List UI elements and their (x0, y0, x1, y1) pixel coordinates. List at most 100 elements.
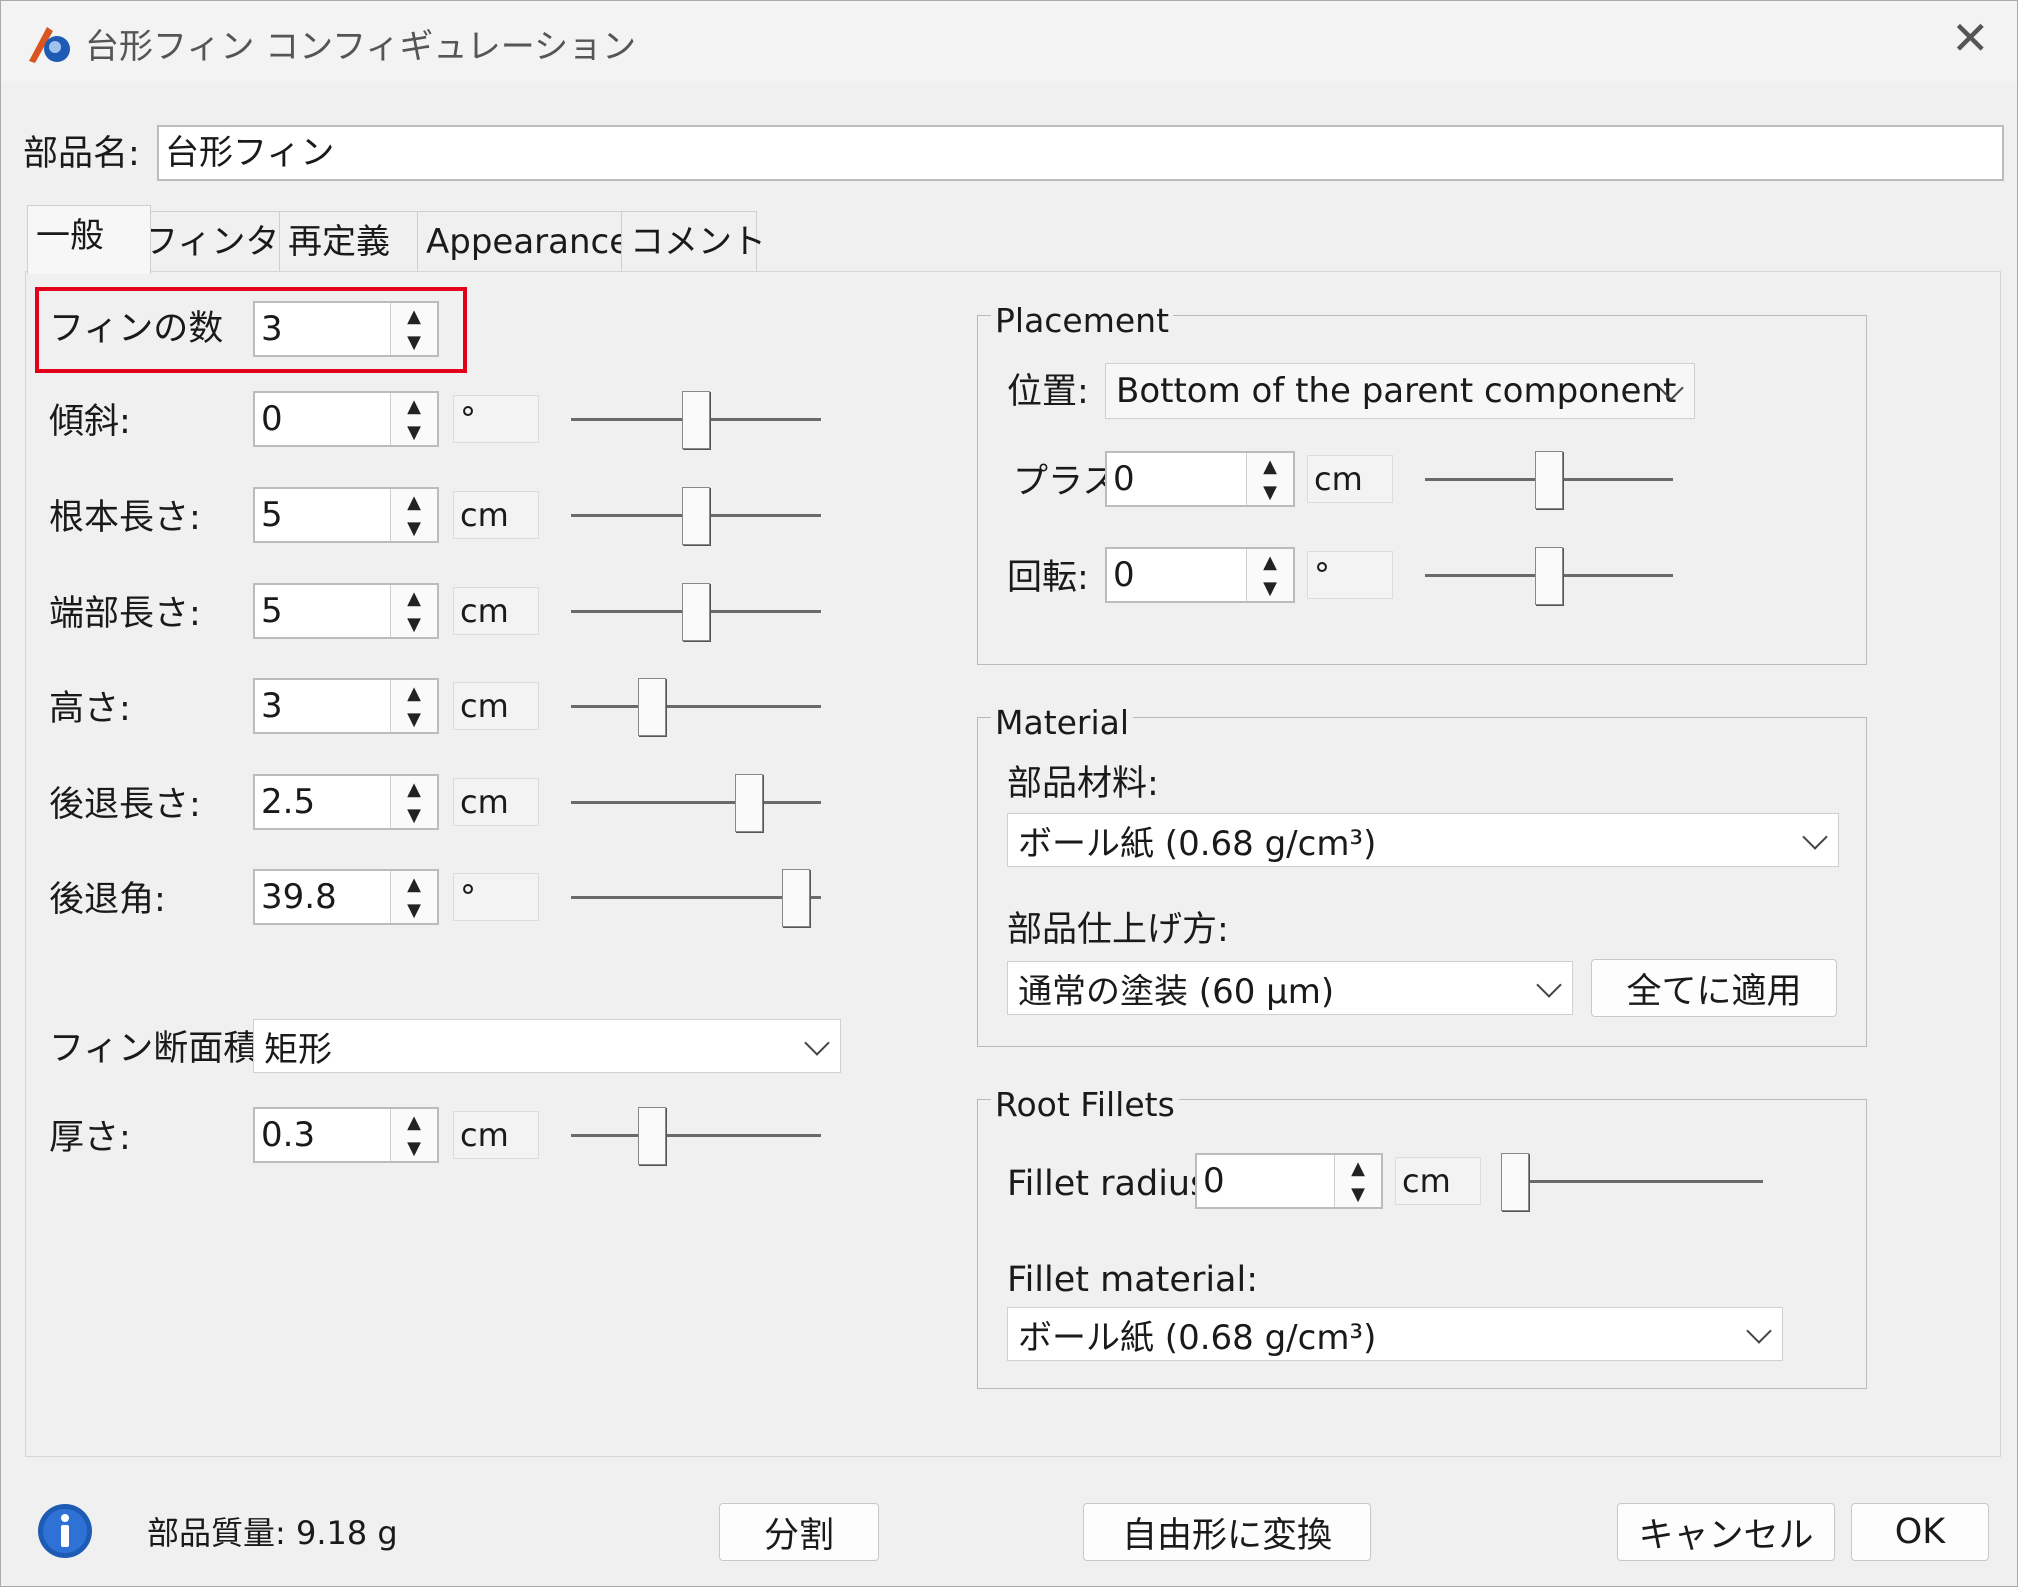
fin-count-spinner[interactable]: 3 ▲ ▼ (253, 301, 439, 357)
plus-slider[interactable] (1425, 451, 1673, 509)
spin-up-icon[interactable]: ▲ (391, 489, 437, 516)
spin-up-icon[interactable]: ▲ (391, 585, 437, 612)
rotation-spinner[interactable]: 0 ▲ ▼ (1105, 547, 1295, 603)
rotation-unit[interactable]: ° (1307, 551, 1393, 599)
slider-thumb[interactable] (782, 869, 810, 927)
fillet-radius-spinner[interactable]: 0 ▲ ▼ (1195, 1153, 1383, 1209)
height-unit[interactable]: cm (453, 682, 539, 730)
cant-slider[interactable] (571, 391, 821, 449)
thickness-spinner[interactable]: 0.3 ▲ ▼ (253, 1107, 439, 1163)
slider-thumb[interactable] (1535, 451, 1563, 509)
convert-freeform-button[interactable]: 自由形に変換 (1083, 1503, 1371, 1561)
part-finish-select[interactable]: 通常の塗装 (60 μm) (1007, 961, 1573, 1015)
root-chord-spinner[interactable]: 5 ▲ ▼ (253, 487, 439, 543)
spin-up-icon[interactable]: ▲ (391, 393, 437, 420)
spin-up-icon[interactable]: ▲ (1335, 1155, 1381, 1182)
component-name-input[interactable]: 台形フィン (157, 125, 2004, 181)
tip-chord-spinner[interactable]: 5 ▲ ▼ (253, 583, 439, 639)
component-name-label: 部品名: (23, 134, 140, 174)
chevron-down-icon (1746, 1318, 1772, 1344)
tip-chord-value: 5 (261, 591, 283, 631)
spin-up-icon[interactable]: ▲ (391, 303, 437, 330)
plus-label: プラス (1013, 462, 1118, 502)
plus-unit[interactable]: cm (1307, 455, 1393, 503)
slider-thumb[interactable] (682, 583, 710, 641)
fillet-radius-slider[interactable] (1501, 1153, 1763, 1211)
tab-override[interactable]: 再定義 (279, 211, 433, 272)
tab-comment[interactable]: コメント (621, 211, 766, 272)
sweep-angle-slider[interactable] (571, 869, 821, 927)
cant-spinner[interactable]: 0 ▲ ▼ (253, 391, 439, 447)
spin-down-icon[interactable]: ▼ (391, 802, 437, 828)
slider-thumb[interactable] (1501, 1153, 1529, 1211)
spin-down-icon[interactable]: ▼ (391, 897, 437, 923)
spin-up-icon[interactable]: ▲ (1247, 453, 1293, 480)
spin-up-icon[interactable]: ▲ (391, 680, 437, 707)
plus-value: 0 (1113, 459, 1135, 499)
chevron-down-icon (1536, 972, 1562, 998)
tip-chord-label: 端部長さ: (49, 594, 201, 634)
sweep-length-slider[interactable] (571, 774, 821, 832)
part-material-value: ボール紙 (0.68 g/cm³) (1018, 823, 1377, 864)
spin-down-icon[interactable]: ▼ (391, 419, 437, 445)
slider-track (1501, 1180, 1763, 1183)
height-value: 3 (261, 686, 283, 726)
part-finish-value: 通常の塗装 (60 μm) (1018, 971, 1335, 1012)
slider-thumb[interactable] (638, 678, 666, 736)
spin-down-icon[interactable]: ▼ (391, 329, 437, 355)
spin-down-icon[interactable]: ▼ (391, 706, 437, 732)
fillet-material-select[interactable]: ボール紙 (0.68 g/cm³) (1007, 1307, 1783, 1361)
cancel-button[interactable]: キャンセル (1617, 1503, 1835, 1561)
rotation-value: 0 (1113, 555, 1135, 595)
height-slider[interactable] (571, 678, 821, 736)
tab-fin-tabs[interactable]: フィンタブ (135, 211, 313, 272)
spin-down-icon[interactable]: ▼ (391, 611, 437, 637)
sweep-angle-unit[interactable]: ° (453, 873, 539, 921)
slider-thumb[interactable] (735, 774, 763, 832)
spin-up-icon[interactable]: ▲ (1247, 549, 1293, 576)
sweep-length-unit[interactable]: cm (453, 778, 539, 826)
close-icon[interactable]: ✕ (1951, 15, 1990, 61)
tip-chord-slider[interactable] (571, 583, 821, 641)
tip-chord-unit[interactable]: cm (453, 587, 539, 635)
thickness-label: 厚さ: (49, 1118, 131, 1158)
root-chord-slider[interactable] (571, 487, 821, 545)
dialog-window: 台形フィン コンフィギュレーション ✕ 部品名: 台形フィン 一般 フィンタブ … (0, 0, 2018, 1587)
tab-appearance[interactable]: Appearance (417, 211, 637, 272)
spin-up-icon[interactable]: ▲ (391, 776, 437, 803)
cross-section-select[interactable]: 矩形 (253, 1019, 841, 1073)
sweep-angle-spinner[interactable]: 39.8 ▲ ▼ (253, 869, 439, 925)
spin-down-icon[interactable]: ▼ (1247, 479, 1293, 505)
cant-unit[interactable]: ° (453, 395, 539, 443)
apply-all-button[interactable]: 全てに適用 (1591, 959, 1837, 1017)
info-icon (38, 1504, 92, 1558)
plus-spinner[interactable]: 0 ▲ ▼ (1105, 451, 1295, 507)
part-material-select[interactable]: ボール紙 (0.68 g/cm³) (1007, 813, 1839, 867)
slider-thumb[interactable] (1535, 547, 1563, 605)
slider-track (571, 801, 821, 804)
slider-track (571, 1134, 821, 1137)
spin-down-icon[interactable]: ▼ (1335, 1181, 1381, 1207)
height-spinner[interactable]: 3 ▲ ▼ (253, 678, 439, 734)
spin-down-icon[interactable]: ▼ (391, 1135, 437, 1161)
root-chord-value: 5 (261, 495, 283, 535)
thickness-slider[interactable] (571, 1107, 821, 1165)
position-select[interactable]: Bottom of the parent component (1105, 363, 1695, 419)
slider-thumb[interactable] (638, 1107, 666, 1165)
spin-up-icon[interactable]: ▲ (391, 871, 437, 898)
fillet-radius-unit[interactable]: cm (1395, 1157, 1481, 1205)
spin-up-icon[interactable]: ▲ (391, 1109, 437, 1136)
root-chord-unit[interactable]: cm (453, 491, 539, 539)
slider-thumb[interactable] (682, 391, 710, 449)
tab-general[interactable]: 一般 (27, 205, 151, 274)
cross-section-label: フィン断面積: (49, 1029, 271, 1069)
slider-thumb[interactable] (682, 487, 710, 545)
split-button[interactable]: 分割 (719, 1503, 879, 1561)
thickness-unit[interactable]: cm (453, 1111, 539, 1159)
ok-button[interactable]: OK (1851, 1503, 1989, 1561)
spin-down-icon[interactable]: ▼ (391, 515, 437, 541)
spin-down-icon[interactable]: ▼ (1247, 575, 1293, 601)
rotation-slider[interactable] (1425, 547, 1673, 605)
sweep-length-spinner[interactable]: 2.5 ▲ ▼ (253, 774, 439, 830)
fillet-radius-value: 0 (1203, 1161, 1225, 1201)
